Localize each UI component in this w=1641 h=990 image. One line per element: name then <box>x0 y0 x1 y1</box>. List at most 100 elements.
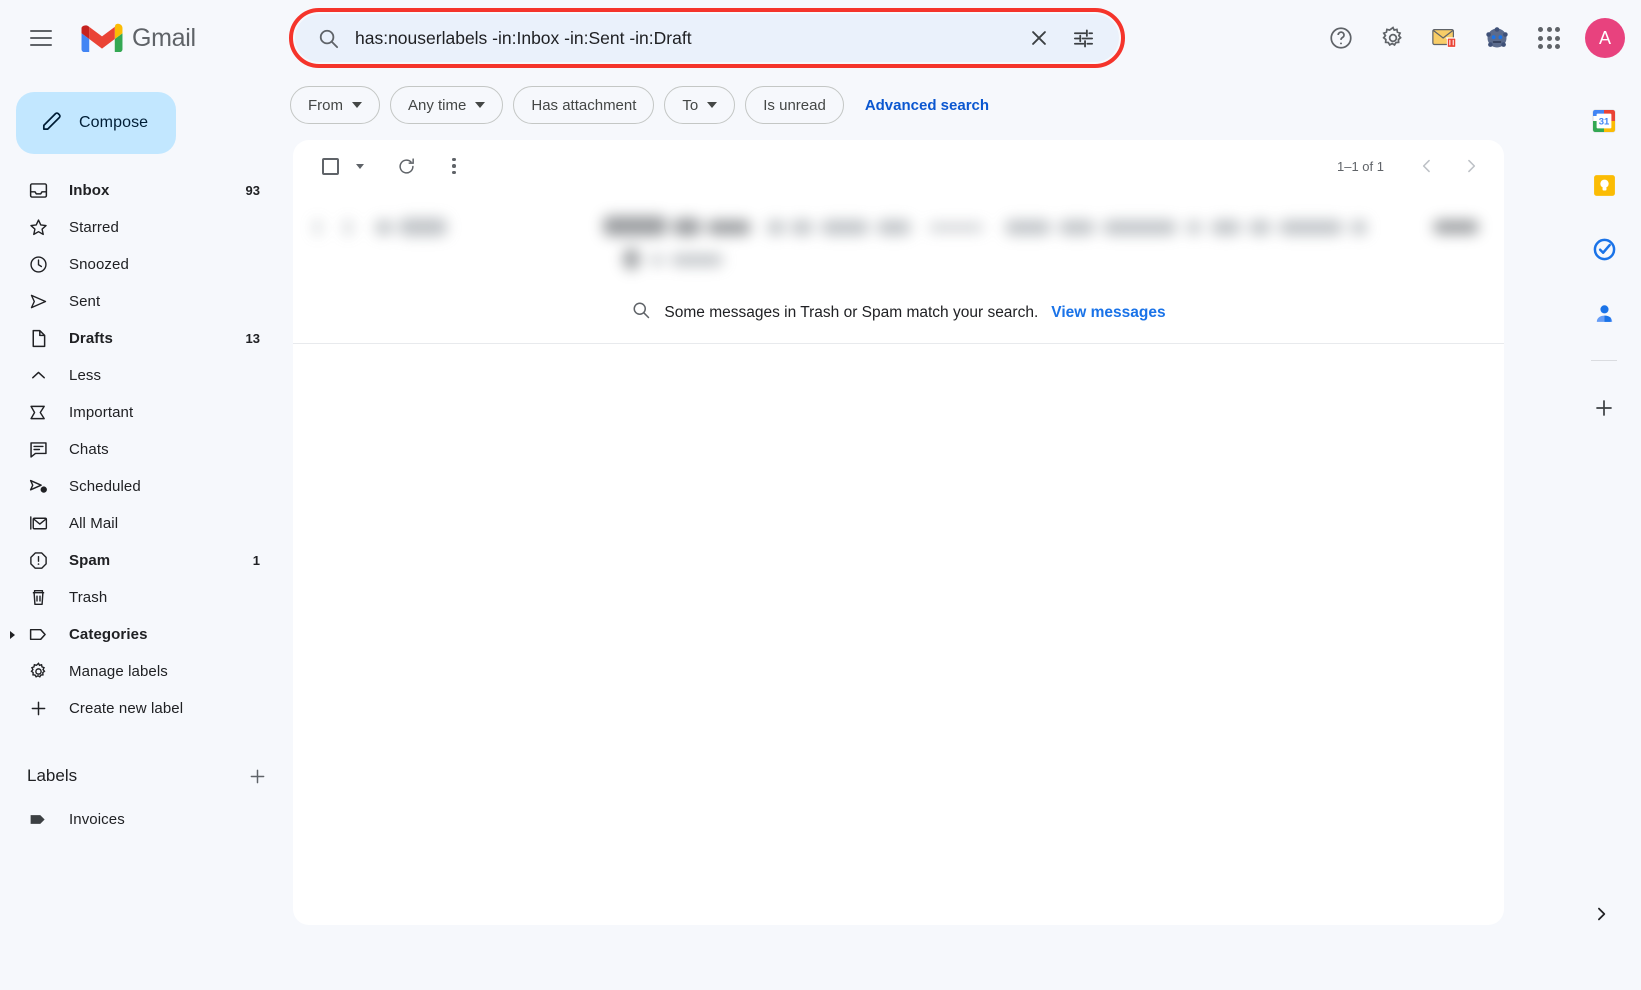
google-contacts-icon[interactable] <box>1583 292 1625 334</box>
advanced-search-link[interactable]: Advanced search <box>865 97 989 114</box>
google-tasks-icon[interactable] <box>1583 228 1625 270</box>
sidebar-label: Spam <box>69 552 111 569</box>
sidebar-label: Snoozed <box>69 256 129 273</box>
avatar[interactable]: A <box>1585 18 1625 58</box>
sidebar-label: Less <box>69 367 102 384</box>
view-messages-link[interactable]: View messages <box>1051 304 1165 322</box>
sidebar-item-create-new-label[interactable]: Create new label <box>0 690 274 727</box>
sidebar-item-all-mail[interactable]: All Mail <box>0 505 274 542</box>
hamburger-menu-icon[interactable] <box>17 14 65 62</box>
sidebar: Compose Inbox 93 Starred Snoozed Sent Dr… <box>0 76 290 990</box>
sidebar-label: Drafts <box>69 330 113 347</box>
side-panel-rail: 31 <box>1567 76 1641 990</box>
important-icon <box>27 402 49 424</box>
chevron-left-icon <box>1422 159 1430 173</box>
table-row[interactable] <box>293 192 1504 282</box>
filter-chip-row: From Any time Has attachment To Is unrea… <box>290 86 989 124</box>
select-dropdown-button[interactable] <box>349 147 371 185</box>
sidebar-label: Trash <box>69 589 108 606</box>
expand-caret-icon[interactable] <box>10 630 15 639</box>
plus-icon <box>27 698 49 720</box>
close-icon[interactable] <box>1017 16 1061 60</box>
sidebar-item-inbox[interactable]: Inbox 93 <box>0 172 274 209</box>
expand-side-panel-button[interactable] <box>1583 896 1619 932</box>
support-icon[interactable] <box>1317 14 1365 62</box>
gear-icon <box>27 661 49 683</box>
sidebar-item-scheduled[interactable]: Scheduled <box>0 468 274 505</box>
add-addon-icon[interactable] <box>1583 387 1625 429</box>
sidebar-label: Inbox <box>69 182 110 199</box>
sidebar-count: 93 <box>245 183 260 198</box>
spam-icon <box>27 550 49 572</box>
scheduled-icon <box>27 476 49 498</box>
pagination-range: 1–1 of 1 <box>1337 158 1384 174</box>
chip-label: Has attachment <box>531 96 637 114</box>
sidebar-item-sent[interactable]: Sent <box>0 283 274 320</box>
robot-head-icon[interactable] <box>1473 14 1521 62</box>
sidebar-label: Important <box>69 404 134 421</box>
chat-icon <box>27 439 49 461</box>
sidebar-label: Chats <box>69 441 109 458</box>
plus-icon[interactable] <box>240 759 274 793</box>
google-calendar-icon[interactable]: 31 <box>1583 100 1625 142</box>
sidebar-item-manage-labels[interactable]: Manage labels <box>0 653 274 690</box>
checkbox-icon <box>321 157 339 175</box>
chevron-down-icon <box>475 102 486 108</box>
filter-chip-to[interactable]: To <box>664 86 736 124</box>
tune-filter-icon[interactable] <box>1061 16 1105 60</box>
search-highlight-annotation <box>289 8 1125 68</box>
chevron-down-icon <box>707 102 718 108</box>
sidebar-item-less[interactable]: Less <box>0 357 274 394</box>
chevron-right-icon <box>1468 159 1476 173</box>
gmail-m-logo <box>81 22 123 54</box>
chevron-up-icon <box>27 365 49 387</box>
apps-grid-icon[interactable] <box>1525 14 1573 62</box>
inbox-icon <box>27 180 49 202</box>
sidebar-label: Manage labels <box>69 663 168 680</box>
sidebar-label: Categories <box>69 626 148 643</box>
settings-gear-icon[interactable] <box>1369 14 1417 62</box>
gmail-brand[interactable]: Gmail <box>81 22 196 54</box>
labels-title: Labels <box>27 766 78 785</box>
chip-label: To <box>682 96 699 114</box>
sidebar-label: Create new label <box>69 700 184 717</box>
search-icon <box>631 300 651 325</box>
previous-page-button[interactable] <box>1408 147 1446 185</box>
filter-chip-any-time[interactable]: Any time <box>390 86 504 124</box>
chip-label: From <box>308 96 343 114</box>
search-bar[interactable] <box>295 14 1119 62</box>
filter-chip-has-attachment[interactable]: Has attachment <box>513 86 655 124</box>
chip-label: Any time <box>408 96 467 114</box>
search-icon[interactable] <box>307 17 349 59</box>
compose-button[interactable]: Compose <box>16 92 176 154</box>
sidebar-nav: Inbox 93 Starred Snoozed Sent Drafts 13 … <box>0 172 290 727</box>
sidebar-count: 13 <box>245 331 260 346</box>
trash-spam-notice-text: Some messages in Trash or Spam match you… <box>664 303 1039 321</box>
search-input[interactable] <box>349 18 1017 58</box>
sidebar-item-snoozed[interactable]: Snoozed <box>0 246 274 283</box>
sidebar-item-chats[interactable]: Chats <box>0 431 274 468</box>
more-options-button[interactable] <box>435 147 473 185</box>
trash-icon <box>27 587 49 609</box>
sidebar-item-spam[interactable]: Spam 1 <box>0 542 274 579</box>
select-all-checkbox[interactable] <box>311 147 349 185</box>
chevron-right-icon <box>1598 907 1606 921</box>
sidebar-item-categories[interactable]: Categories <box>0 616 274 653</box>
label-tag-icon <box>27 624 49 646</box>
google-keep-icon[interactable] <box>1583 164 1625 206</box>
sidebar-item-starred[interactable]: Starred <box>0 209 274 246</box>
labels-section-header: Labels <box>0 755 274 797</box>
filter-chip-is-unread[interactable]: Is unread <box>745 86 844 124</box>
chip-label: Is unread <box>763 96 826 114</box>
next-page-button[interactable] <box>1452 147 1490 185</box>
sidebar-item-drafts[interactable]: Drafts 13 <box>0 320 274 357</box>
sidebar-item-trash[interactable]: Trash <box>0 579 274 616</box>
sidebar-item-important[interactable]: Important <box>0 394 274 431</box>
message-list-toolbar: 1–1 of 1 <box>293 140 1504 192</box>
sidebar-item-invoices[interactable]: Invoices <box>0 801 274 838</box>
envelope-trash-icon[interactable] <box>1421 14 1469 62</box>
refresh-icon <box>398 157 414 174</box>
refresh-button[interactable] <box>387 147 425 185</box>
message-list-panel: 1–1 of 1 Some messages in Trash or Spam … <box>293 140 1504 925</box>
filter-chip-from[interactable]: From <box>290 86 380 124</box>
